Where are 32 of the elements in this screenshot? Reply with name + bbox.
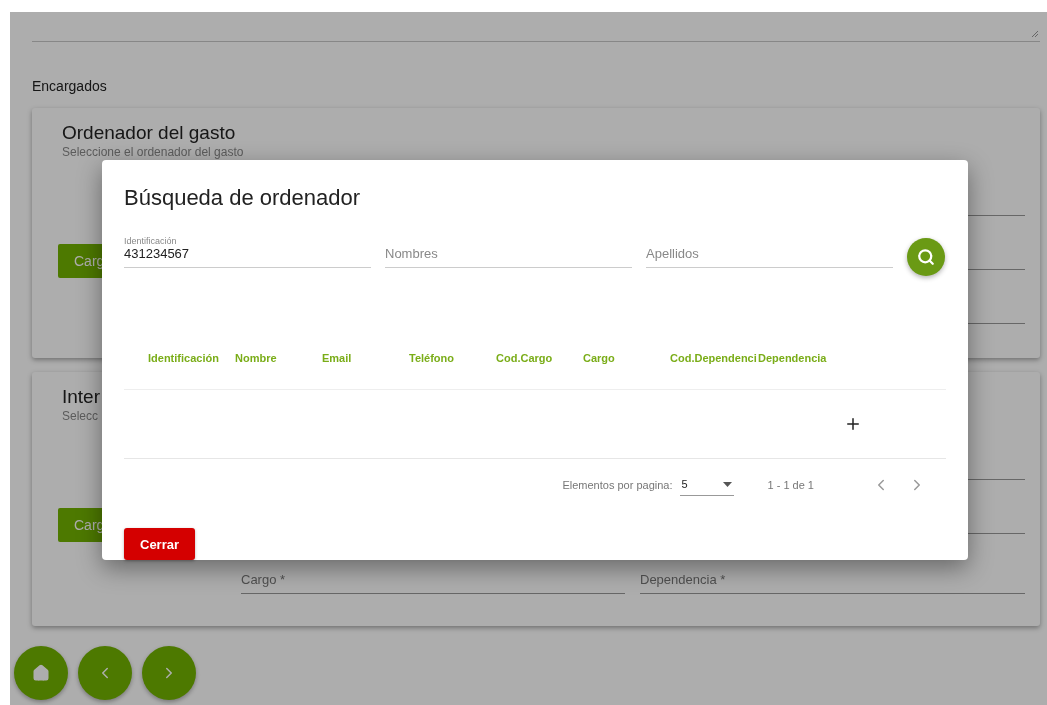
column-header: Identificación (148, 350, 220, 364)
card-subtitle: Seleccione el ordenador del gasto (62, 144, 244, 160)
search-icon (917, 248, 935, 266)
column-header: Nombre (235, 350, 278, 364)
dialog-title: Búsqueda de ordenador (124, 184, 362, 212)
column-header: Dependencia (758, 350, 828, 364)
column-header: Cod.Dependenci (670, 350, 758, 364)
search-button[interactable] (907, 238, 945, 276)
next-button[interactable] (142, 646, 196, 700)
text-field[interactable]: Dependencia * (640, 572, 1025, 594)
section-label: Encargados (32, 78, 108, 94)
column-header: Teléfono (409, 350, 455, 364)
card-title: Ordenador del gasto (62, 122, 236, 144)
prev-button[interactable] (78, 646, 132, 700)
field-label: Identificación (124, 236, 178, 246)
page-size-select[interactable]: 5 (679, 473, 734, 496)
card-title: Inter (62, 386, 101, 408)
column-header: Cargo (583, 350, 616, 364)
page-size-label: Elementos por pagina: (562, 478, 673, 491)
column-header: Cod.Cargo (496, 350, 554, 364)
home-icon (32, 664, 50, 682)
card-subtitle: Selecc (62, 408, 99, 424)
input-field[interactable]: Apellidos (646, 246, 893, 268)
home-button[interactable] (14, 646, 68, 700)
resize-grip-icon[interactable] (1032, 31, 1038, 37)
text-field[interactable]: Cargo * (241, 572, 625, 594)
column-header: Email (322, 350, 353, 364)
close-button[interactable]: Cerrar (124, 528, 196, 560)
input-field[interactable]: 431234567 (124, 246, 371, 268)
input-field[interactable]: Nombres (385, 246, 632, 268)
caret-icon (722, 481, 732, 487)
page-range: 1 - 1 de 1 (767, 478, 814, 491)
